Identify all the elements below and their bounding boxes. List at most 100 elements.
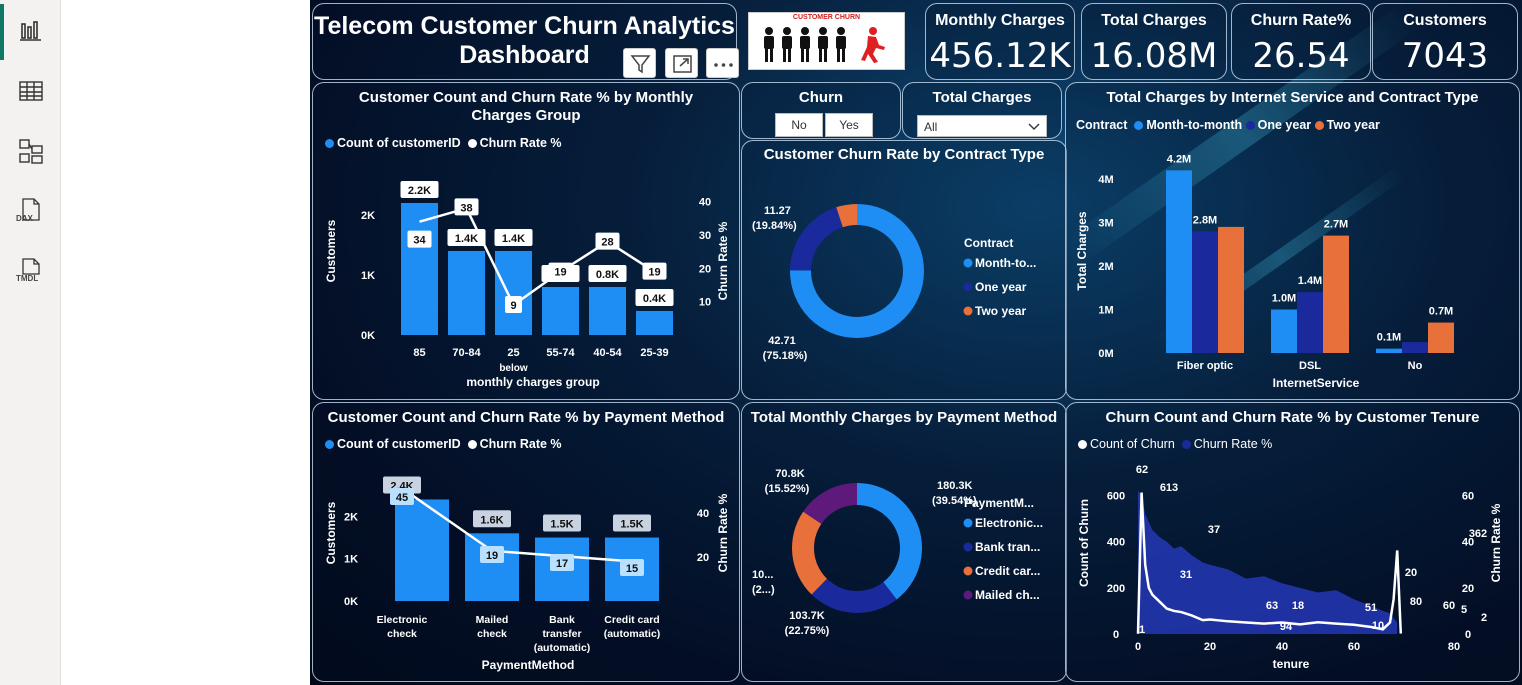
data-label: 51	[1365, 602, 1377, 614]
line-data-label: 15	[626, 563, 638, 575]
slice-label: 103.7K	[789, 610, 825, 622]
line-data-label: 19	[648, 267, 660, 279]
total-charges-dropdown[interactable]: All	[917, 115, 1047, 137]
y-tick-label: 200	[1107, 583, 1125, 595]
x-tick-label: (automatic)	[604, 628, 661, 640]
payment-method-panel: Customer Count and Churn Rate % by Payme…	[312, 402, 740, 682]
y2-tick-label: 20	[1462, 583, 1474, 595]
tenure-panel: Churn Count and Churn Rate % by Customer…	[1065, 402, 1520, 682]
legend-marker	[963, 542, 973, 552]
title-panel: Telecom Customer Churn Analytics Dashboa…	[312, 3, 739, 80]
x-tick-label: Mailed	[476, 614, 509, 626]
data-label: 94	[1280, 621, 1293, 633]
churn-slicer: Churn No Yes	[741, 82, 901, 139]
y-tick-label: 2K	[344, 511, 358, 523]
kpi-title: Customers	[1403, 12, 1487, 29]
expand-icon	[673, 55, 692, 73]
y-tick-label: 0M	[1098, 348, 1113, 360]
x-tick-label: 0	[1135, 641, 1141, 653]
filter-icon	[630, 55, 651, 74]
y2-tick-label: 20	[699, 263, 711, 275]
bar	[465, 533, 519, 601]
slice-label-pct: (75.18%)	[763, 350, 808, 362]
x-tick-label: Electronic	[377, 614, 428, 626]
more-options-button[interactable]	[706, 48, 739, 78]
bar-data-label: 0.1M	[1377, 332, 1401, 344]
slicer-title: Total Charges	[932, 89, 1032, 106]
legend-marker	[963, 258, 973, 268]
bar-data-label: 2.7M	[1324, 219, 1348, 231]
line-data-label: 19	[486, 550, 498, 562]
focus-mode-button[interactable]	[665, 48, 698, 78]
x-tick-label: transfer	[542, 628, 581, 640]
y-tick-label: 0K	[361, 330, 375, 342]
churn-option-no[interactable]: No	[775, 113, 823, 137]
bar	[1402, 342, 1428, 353]
x-tick-label: 55-74	[546, 347, 575, 359]
y2-tick-label: 40	[697, 508, 709, 520]
x-tick-label: 40-54	[593, 347, 622, 359]
churn-option-yes[interactable]: Yes	[825, 113, 873, 137]
bar-data-label: 1.5K	[620, 519, 643, 531]
x-tick-label: 60	[1348, 641, 1360, 653]
line-data-label: 38	[460, 202, 472, 214]
bar-data-label: 4.2M	[1167, 153, 1191, 165]
legend-marker	[963, 306, 973, 316]
legend-marker	[963, 282, 973, 292]
bar-data-label: 1.0M	[1272, 293, 1296, 305]
customer-churn-logo: CUSTOMER CHURN	[748, 12, 905, 70]
kpi-value: 7043	[1401, 36, 1489, 76]
x-axis-title: PaymentMethod	[482, 658, 575, 672]
x-tick-label: below	[499, 363, 528, 374]
y-tick-label: 3M	[1098, 218, 1113, 230]
data-label: 63	[1266, 600, 1278, 612]
filter-button[interactable]	[623, 48, 656, 78]
report-view-icon[interactable]	[14, 14, 48, 48]
bar-data-label: 1.4K	[502, 233, 525, 245]
y-tick-label: 4M	[1098, 174, 1113, 186]
y2-axis-title: Churn Rate %	[716, 493, 730, 572]
y2-axis-title: Churn Rate %	[716, 221, 730, 300]
dropdown-value: All	[924, 120, 938, 134]
y-tick-label: 1M	[1098, 305, 1113, 317]
data-label: 31	[1180, 569, 1192, 581]
data-label: 613	[1160, 482, 1178, 494]
slice-label: 10...	[752, 569, 773, 581]
kpi-total-charges: Total Charges 16.08M	[1081, 3, 1227, 80]
contract-churn-panel: Customer Churn Rate by Contract Type 11.…	[741, 140, 1067, 400]
report-canvas-margin	[61, 0, 310, 685]
y2-tick-label: 40	[699, 197, 711, 209]
data-label: 1	[1139, 624, 1145, 636]
data-label: 37	[1208, 524, 1220, 536]
y2-tick-label: 30	[699, 230, 711, 242]
legend-title: Contract	[964, 236, 1013, 250]
y2-tick-label: 10	[699, 297, 711, 309]
y-tick-label: 1K	[361, 270, 375, 282]
monthly-charges-group-panel: Customer Count and Churn Rate % by Month…	[312, 82, 740, 400]
legend-item: Electronic...	[975, 516, 1043, 530]
x-tick-label: 40	[1276, 641, 1288, 653]
bar	[1323, 235, 1349, 353]
x-tick-label: 25	[507, 347, 519, 359]
bar	[1218, 226, 1244, 353]
y-axis-title: Total Charges	[1075, 211, 1089, 290]
x-tick-label: 20	[1204, 641, 1216, 653]
data-label: 60	[1443, 600, 1455, 612]
bar	[495, 251, 532, 335]
slice-label: 180.3K	[937, 480, 973, 492]
line-data-label: 28	[601, 237, 613, 249]
dashboard-canvas: Telecom Customer Churn Analytics Dashboa…	[310, 0, 1522, 685]
y-axis-title: Count of Churn	[1077, 499, 1091, 587]
model-view-icon[interactable]	[14, 134, 48, 168]
data-label: 18	[1292, 600, 1304, 612]
view-rail: DAX TMDL	[0, 0, 61, 685]
payment-donut-chart: 180.3K(39.54%)103.7K(22.75%)10...(2...)7…	[752, 468, 1043, 637]
contract-donut-chart: 11.27 (19.84%) 42.71 (75.18%) Contract Month-…	[752, 204, 1036, 362]
legend-item: Two year	[975, 304, 1026, 318]
table-view-icon[interactable]	[14, 74, 48, 108]
total-charges-slicer: Total Charges All	[902, 82, 1062, 139]
donut-slice	[811, 578, 897, 613]
legend-marker	[963, 566, 973, 576]
line-data-label: 45	[396, 492, 408, 504]
bar-data-label: 1.4M	[1298, 275, 1322, 287]
